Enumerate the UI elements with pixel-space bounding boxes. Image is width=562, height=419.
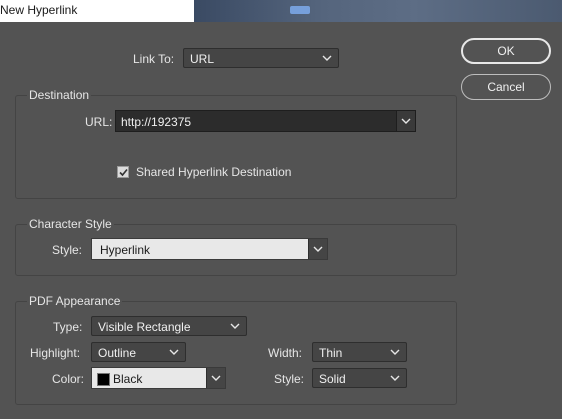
color-swatch	[97, 373, 110, 386]
background-window-strip	[194, 0, 562, 22]
highlight-value: Outline	[98, 346, 137, 360]
color-value: Black	[113, 372, 143, 386]
title-bar: New Hyperlink	[0, 0, 562, 22]
type-dropdown[interactable]: Visible Rectangle	[91, 316, 247, 336]
destination-title: Destination	[27, 88, 92, 102]
border-style-dropdown[interactable]: Solid	[312, 368, 407, 388]
highlight-label: Highlight:	[30, 346, 81, 360]
color-dropdown-button[interactable]	[206, 368, 225, 388]
highlight-dropdown[interactable]: Outline	[91, 342, 186, 362]
character-style-dropdown[interactable]: Hyperlink	[91, 238, 328, 260]
pdf-appearance-title: PDF Appearance	[27, 294, 123, 308]
character-style-value: Hyperlink	[100, 243, 151, 257]
ok-button[interactable]: OK	[461, 38, 551, 64]
checkmark-icon	[119, 168, 128, 177]
color-dropdown[interactable]: Black	[91, 367, 226, 389]
character-style-dropdown-button[interactable]	[308, 239, 327, 259]
window-title: New Hyperlink	[0, 3, 78, 17]
width-value: Thin	[319, 346, 343, 360]
chevron-down-icon	[230, 323, 240, 329]
url-label: URL:	[85, 115, 113, 129]
color-label: Color:	[52, 372, 85, 386]
url-dropdown-button[interactable]	[396, 111, 415, 131]
chevron-down-icon	[390, 349, 400, 355]
character-style-label: Style:	[52, 243, 83, 257]
chevron-down-icon	[169, 349, 179, 355]
width-label: Width:	[268, 346, 303, 360]
chevron-down-icon	[390, 375, 400, 381]
link-to-value: URL	[190, 52, 215, 66]
url-combo[interactable]: http://192375	[115, 110, 416, 132]
character-style-title: Character Style	[27, 217, 114, 231]
shared-destination-checkbox[interactable]	[117, 166, 129, 178]
chevron-down-icon	[401, 118, 411, 124]
chevron-down-icon	[211, 375, 221, 381]
link-to-label: Link To:	[133, 52, 175, 66]
border-style-value: Solid	[319, 372, 346, 386]
chevron-down-icon	[313, 246, 323, 252]
type-value: Visible Rectangle	[98, 320, 191, 334]
width-dropdown[interactable]: Thin	[312, 342, 407, 362]
link-to-dropdown[interactable]: URL	[183, 48, 339, 68]
type-label: Type:	[53, 320, 83, 334]
cancel-button[interactable]: Cancel	[461, 74, 551, 100]
border-style-label: Style:	[274, 372, 305, 386]
url-input[interactable]: http://192375	[121, 115, 191, 129]
background-window-highlight	[290, 6, 310, 14]
shared-destination-label: Shared Hyperlink Destination	[136, 165, 292, 179]
chevron-down-icon	[322, 55, 332, 61]
